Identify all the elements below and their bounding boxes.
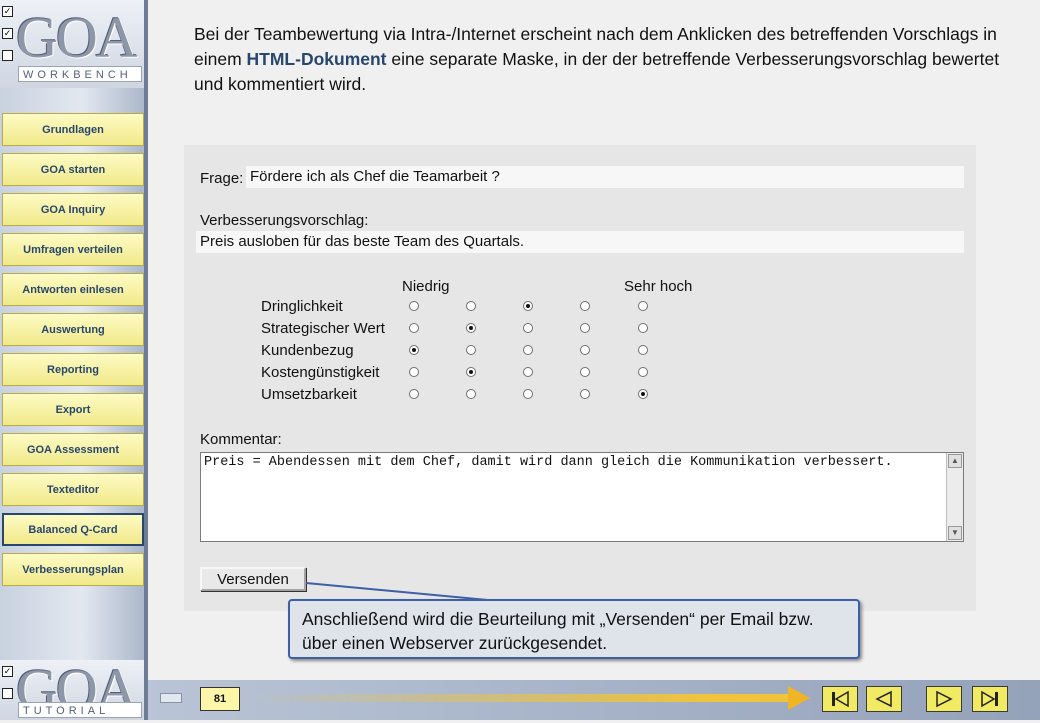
comment-scrollbar[interactable]: ▲ ▼ (946, 453, 963, 541)
comment-value: Preis = Abendessen mit dem Chef, damit w… (204, 455, 893, 470)
next-page-button[interactable] (926, 686, 962, 712)
rating-radio[interactable] (638, 345, 648, 355)
rating-radio[interactable] (580, 389, 590, 399)
sidebar-item-umfragen-verteilen[interactable]: Umfragen verteilen (2, 233, 144, 266)
sidebar-item-antworten-einlesen[interactable]: Antworten einlesen (2, 273, 144, 306)
scroll-down-icon[interactable]: ▼ (948, 526, 962, 540)
scale-low-label: Niedrig (402, 278, 450, 295)
intro-text: Bei der Teambewertung via Intra-/Interne… (194, 22, 1014, 97)
criterion-label: Strategischer Wert (261, 320, 385, 337)
rating-radio[interactable] (523, 301, 533, 311)
comment-label: Kommentar: (200, 431, 282, 448)
rating-radio[interactable] (523, 323, 533, 333)
rating-radio[interactable] (580, 323, 590, 333)
question-label: Frage: (200, 170, 244, 187)
question-field: Fördere ich als Chef die Teamarbeit ? (246, 166, 964, 188)
rating-radio[interactable] (409, 323, 419, 333)
rating-radio[interactable] (409, 345, 419, 355)
proposal-label: Verbesserungsvorschlag: (200, 212, 369, 229)
bar-indicator (160, 693, 182, 703)
logo-subtitle: TUTORIAL (18, 702, 142, 718)
rating-radio[interactable] (523, 389, 533, 399)
goa-workbench-logo: ✓ ✓ GOA WORKBENCH (0, 0, 144, 88)
sidebar-item-goa-assessment[interactable]: GOA Assessment (2, 433, 144, 466)
rating-radio[interactable] (523, 367, 533, 377)
rating-radio[interactable] (466, 323, 476, 333)
rating-radio[interactable] (580, 367, 590, 377)
question-value: Fördere ich als Chef die Teamarbeit ? (250, 168, 500, 185)
rating-radio[interactable] (580, 345, 590, 355)
sidebar-item-reporting[interactable]: Reporting (2, 353, 144, 386)
rating-radio[interactable] (466, 301, 476, 311)
first-page-icon (832, 690, 849, 708)
criterion-label: Umsetzbarkeit (261, 386, 357, 403)
sidebar-item-export[interactable]: Export (2, 393, 144, 426)
proposal-value: Preis ausloben für das beste Team des Qu… (200, 233, 525, 250)
rating-radio[interactable] (409, 301, 419, 311)
first-page-button[interactable] (822, 686, 858, 712)
logo-letters: GOA (16, 5, 138, 70)
sidebar-item-verbesserungsplan[interactable]: Verbesserungsplan (2, 553, 144, 586)
rating-radio[interactable] (638, 323, 648, 333)
callout-box: Anschließend wird die Beurteilung mit „V… (288, 599, 860, 659)
checkbox-logo-icon: ✓ ✓ (2, 6, 14, 72)
progress-arrow-shaft (250, 694, 790, 702)
last-page-button[interactable] (972, 686, 1008, 712)
callout-text: Anschließend wird die Beurteilung mit „V… (302, 609, 814, 653)
last-page-icon (981, 690, 998, 708)
rating-radio[interactable] (466, 345, 476, 355)
rating-radio[interactable] (466, 389, 476, 399)
sidebar-item-goa-inquiry[interactable]: GOA Inquiry (2, 193, 144, 226)
rating-radio[interactable] (638, 301, 648, 311)
checkbox-logo-icon: ✓ (2, 666, 14, 710)
rating-radio[interactable] (523, 345, 533, 355)
logo-subtitle: WORKBENCH (18, 66, 142, 82)
rating-radio[interactable] (638, 389, 648, 399)
rating-radio[interactable] (580, 301, 590, 311)
sidebar-item-grundlagen[interactable]: Grundlagen (2, 113, 144, 146)
intro-highlight: HTML-Dokument (246, 49, 387, 69)
rating-radio[interactable] (466, 367, 476, 377)
goa-tutorial-logo: ✓ GOA TUTORIAL (0, 657, 144, 722)
sidebar-item-texteditor[interactable]: Texteditor (2, 473, 144, 506)
sidebar-item-auswertung[interactable]: Auswertung (2, 313, 144, 346)
send-button[interactable]: Versenden (200, 567, 306, 591)
proposal-field: Preis ausloben für das beste Team des Qu… (196, 231, 964, 253)
next-page-icon (936, 690, 953, 708)
previous-page-icon (875, 690, 892, 708)
progress-arrow-icon (788, 686, 810, 710)
rating-radio[interactable] (638, 367, 648, 377)
previous-page-button[interactable] (866, 686, 902, 712)
page-number: 81 (200, 687, 240, 711)
rating-radio[interactable] (409, 367, 419, 377)
comment-textarea[interactable]: Preis = Abendessen mit dem Chef, damit w… (200, 452, 964, 542)
rating-radio[interactable] (409, 389, 419, 399)
sidebar-edge (144, 0, 148, 720)
scale-high-label: Sehr hoch (624, 278, 693, 295)
criterion-label: Kostengünstigkeit (261, 364, 380, 381)
criterion-label: Kundenbezug (261, 342, 354, 359)
sidebar-item-balanced-q-card[interactable]: Balanced Q-Card (2, 513, 144, 546)
sidebar-item-goa-starten[interactable]: GOA starten (2, 153, 144, 186)
scroll-up-icon[interactable]: ▲ (948, 454, 962, 468)
criterion-label: Dringlichkeit (261, 298, 343, 315)
